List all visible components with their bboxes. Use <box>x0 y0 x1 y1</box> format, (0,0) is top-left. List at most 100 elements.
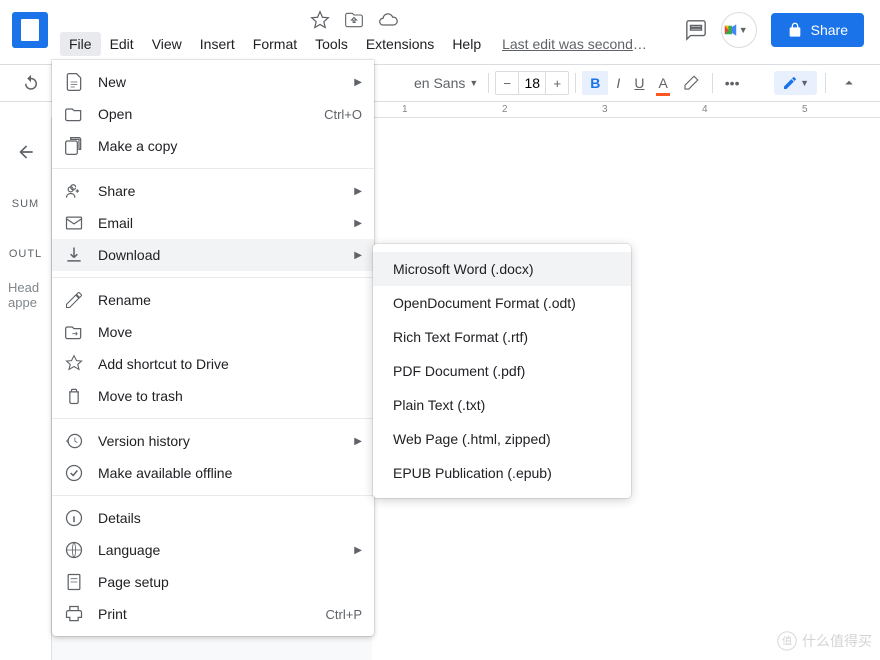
download-option-2[interactable]: Rich Text Format (.rtf) <box>373 320 631 354</box>
menu-extensions[interactable]: Extensions <box>357 32 443 56</box>
comment-history-icon[interactable] <box>685 19 707 41</box>
watermark: 值 什么值得买 <box>776 630 872 652</box>
menu-insert[interactable]: Insert <box>191 32 244 56</box>
file-menu-email[interactable]: Email▶ <box>52 207 374 239</box>
file-menu-open[interactable]: OpenCtrl+O <box>52 98 374 130</box>
menu-item-label: Version history <box>98 433 354 449</box>
separator <box>825 73 826 93</box>
ruler[interactable]: 1 2 3 4 5 <box>372 102 880 118</box>
download-option-6[interactable]: EPUB Publication (.epub) <box>373 456 631 490</box>
more-tools-button[interactable]: ••• <box>719 71 746 95</box>
file-menu-add-shortcut-to-drive[interactable]: Add shortcut to Drive <box>52 348 374 380</box>
copy-icon <box>64 136 84 156</box>
offline-icon <box>64 463 84 483</box>
menu-separator <box>52 495 374 496</box>
cloud-status-icon[interactable] <box>378 10 398 30</box>
back-arrow-button[interactable] <box>8 134 44 170</box>
bold-button[interactable]: B <box>582 71 608 95</box>
download-option-5[interactable]: Web Page (.html, zipped) <box>373 422 631 456</box>
move-doc-icon[interactable] <box>344 10 364 30</box>
menu-edit[interactable]: Edit <box>101 32 143 56</box>
file-menu-new[interactable]: New▶ <box>52 66 374 98</box>
menu-file[interactable]: File <box>60 32 101 56</box>
share-button[interactable]: Share <box>771 13 864 47</box>
editing-mode-button[interactable]: ▼ <box>774 71 817 95</box>
file-menu-move-to-trash[interactable]: Move to trash <box>52 380 374 412</box>
menu-separator <box>52 418 374 419</box>
decrease-font-button[interactable]: − <box>496 72 518 94</box>
file-menu-move[interactable]: Move <box>52 316 374 348</box>
info-icon <box>64 508 84 528</box>
menu-item-label: Rename <box>98 292 362 308</box>
outline-heading: OUTL <box>9 248 42 260</box>
outline-sidebar: SUM OUTL Head appe <box>0 118 52 660</box>
file-menu-dropdown: New▶OpenCtrl+OMake a copyShare▶Email▶Dow… <box>52 60 374 636</box>
undo-button[interactable] <box>16 70 46 96</box>
download-icon <box>64 245 84 265</box>
file-menu-make-a-copy[interactable]: Make a copy <box>52 130 374 162</box>
menu-item-label: Move <box>98 324 362 340</box>
menu-item-label: Add shortcut to Drive <box>98 356 362 372</box>
docs-logo-icon[interactable] <box>12 12 48 48</box>
download-option-1[interactable]: OpenDocument Format (.odt) <box>373 286 631 320</box>
expand-button[interactable] <box>834 70 864 96</box>
file-menu-print[interactable]: PrintCtrl+P <box>52 598 374 630</box>
menu-item-label: Language <box>98 542 354 558</box>
folder-icon <box>64 104 84 124</box>
file-menu-page-setup[interactable]: Page setup <box>52 566 374 598</box>
file-menu-version-history[interactable]: Version history▶ <box>52 425 374 457</box>
download-option-3[interactable]: PDF Document (.pdf) <box>373 354 631 388</box>
underline-button[interactable]: U <box>628 71 650 95</box>
submenu-arrow-icon: ▶ <box>354 545 362 556</box>
summary-heading: SUM <box>12 198 39 210</box>
font-name: en Sans <box>414 75 465 91</box>
file-menu-share[interactable]: Share▶ <box>52 175 374 207</box>
file-menu-download[interactable]: Download▶ <box>52 239 374 271</box>
menu-item-label: Download <box>98 247 354 263</box>
email-icon <box>64 213 84 233</box>
print-icon <box>64 604 84 624</box>
move-icon <box>64 322 84 342</box>
share-label: Share <box>811 22 848 38</box>
download-option-4[interactable]: Plain Text (.txt) <box>373 388 631 422</box>
menu-item-label: Open <box>98 106 324 122</box>
menubar: File Edit View Insert Format Tools Exten… <box>60 32 685 56</box>
italic-button[interactable]: I <box>610 71 626 95</box>
file-menu-language[interactable]: Language▶ <box>52 534 374 566</box>
increase-font-button[interactable]: + <box>546 72 568 94</box>
last-edit-link[interactable]: Last edit was seconds … <box>502 36 652 52</box>
download-option-0[interactable]: Microsoft Word (.docx) <box>373 252 631 286</box>
svg-text:值: 值 <box>782 635 792 648</box>
download-submenu: Microsoft Word (.docx)OpenDocument Forma… <box>373 244 631 498</box>
menu-tools[interactable]: Tools <box>306 32 357 56</box>
file-menu-rename[interactable]: Rename <box>52 284 374 316</box>
trash-icon <box>64 386 84 406</box>
menu-format[interactable]: Format <box>244 32 306 56</box>
file-menu-make-available-offline[interactable]: Make available offline <box>52 457 374 489</box>
meet-button[interactable]: ▼ <box>721 12 757 48</box>
font-family-select[interactable]: en Sans▼ <box>410 75 482 91</box>
ruler-tick: 5 <box>802 104 808 115</box>
titlebar-right: ▼ Share <box>685 12 864 48</box>
menu-help[interactable]: Help <box>443 32 490 56</box>
menu-separator <box>52 277 374 278</box>
highlight-button[interactable] <box>676 70 706 96</box>
font-size-input[interactable] <box>518 72 546 94</box>
ruler-tick: 1 <box>402 104 408 115</box>
rename-icon <box>64 290 84 310</box>
menu-item-label: Email <box>98 215 354 231</box>
menu-item-label: Move to trash <box>98 388 362 404</box>
menu-item-label: Print <box>98 606 326 622</box>
submenu-arrow-icon: ▶ <box>354 186 362 197</box>
text-color-button[interactable]: A <box>652 71 673 95</box>
separator <box>488 73 489 93</box>
file-menu-details[interactable]: Details <box>52 502 374 534</box>
menu-item-label: Details <box>98 510 362 526</box>
chevron-down-icon: ▼ <box>739 25 748 35</box>
history-icon <box>64 431 84 451</box>
menu-item-label: Make a copy <box>98 138 362 154</box>
doc-action-icons <box>310 10 685 30</box>
star-icon[interactable] <box>310 10 330 30</box>
outline-hint: Head appe <box>0 280 51 310</box>
menu-view[interactable]: View <box>143 32 191 56</box>
